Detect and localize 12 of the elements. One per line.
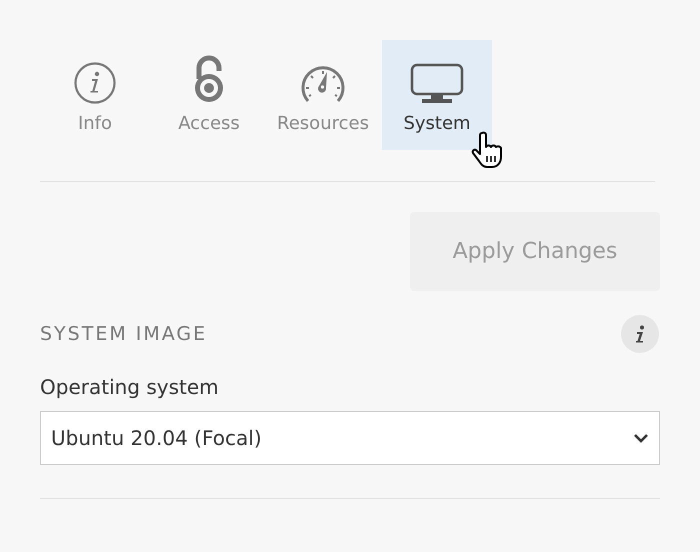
operating-system-select[interactable]: Ubuntu 20.04 (Focal) <box>40 411 660 465</box>
info-button[interactable] <box>621 315 659 353</box>
tab[interactable]: Access <box>154 40 264 150</box>
section-title: SYSTEM IMAGE <box>40 323 208 345</box>
field-label: Operating system <box>40 375 220 399</box>
monitor-icon <box>410 63 464 105</box>
tab[interactable]: System <box>382 40 492 150</box>
tab[interactable]: Info <box>40 40 150 150</box>
tab[interactable]: Resources <box>268 40 378 150</box>
info-icon <box>73 61 117 105</box>
padlock-icon <box>192 55 226 105</box>
chevron-down-icon <box>633 433 649 443</box>
